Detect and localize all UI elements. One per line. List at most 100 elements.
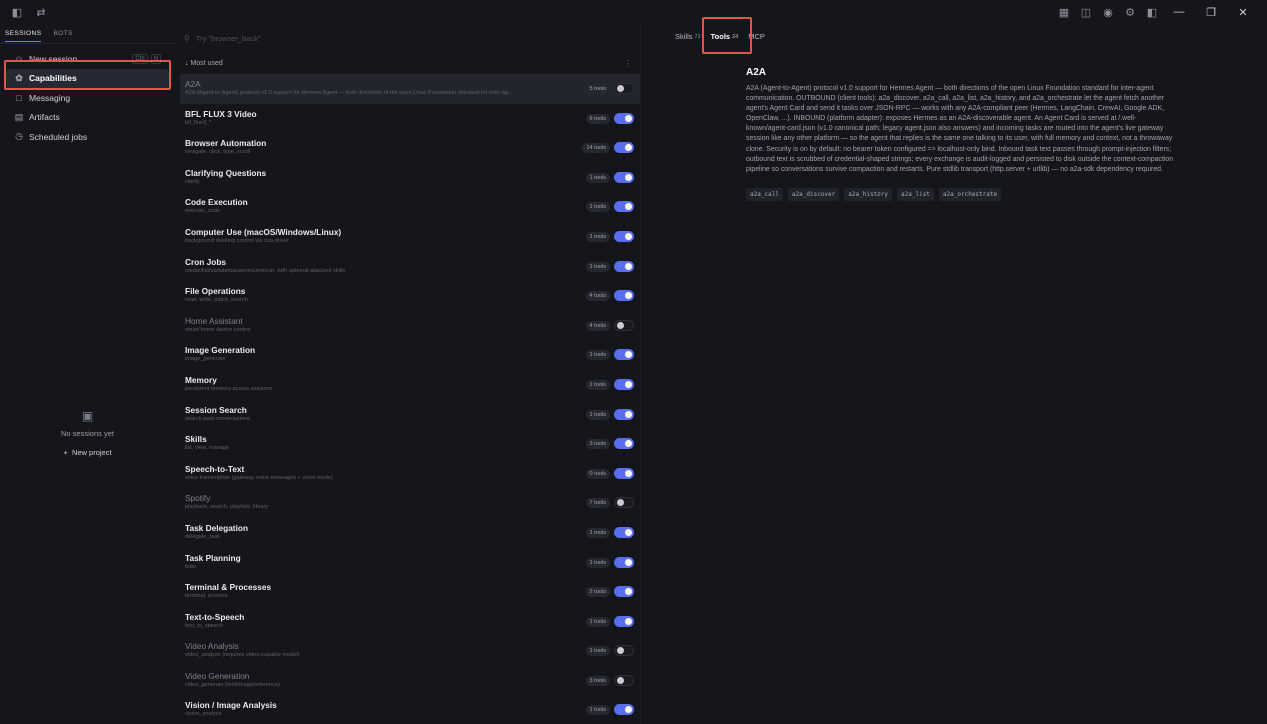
tool-toggle[interactable] bbox=[614, 142, 634, 154]
chat-icon[interactable]: ◫ bbox=[1079, 5, 1093, 19]
sidebar-item-label: Scheduled jobs bbox=[29, 131, 88, 142]
tool-row[interactable]: Spotify playback, search, playlists, libr… bbox=[180, 488, 640, 518]
tool-row[interactable]: Clarifying Questions clarify 1 tools bbox=[180, 163, 640, 193]
tool-row[interactable]: Cron Jobs create/list/update/pause/resume… bbox=[180, 252, 640, 282]
tool-name: Text-to-Speech bbox=[185, 611, 245, 622]
tool-toggle[interactable] bbox=[614, 290, 634, 302]
tool-row[interactable]: BFL FLUX 3 Video bfl_flux3_* 6 tools bbox=[180, 104, 640, 134]
tool-toggle[interactable] bbox=[614, 260, 634, 272]
tool-toggle[interactable] bbox=[614, 112, 634, 124]
tab-bots[interactable]: BOTS bbox=[53, 26, 72, 41]
tool-row[interactable]: Task Delegation delegate_task 1 tools bbox=[180, 518, 640, 548]
minimize-button[interactable]: — bbox=[1167, 5, 1191, 19]
tool-toggle[interactable] bbox=[614, 201, 634, 213]
tool-toggle[interactable] bbox=[614, 467, 634, 479]
tool-toggle[interactable] bbox=[614, 645, 634, 657]
tool-toggle[interactable] bbox=[614, 526, 634, 538]
tool-row[interactable]: Code Execution execute_code 1 tools bbox=[180, 192, 640, 222]
tool-row[interactable]: Terminal & Processes terminal, process 2 t… bbox=[180, 577, 640, 607]
tool-row[interactable]: Memory persistent memory across sessions 1… bbox=[180, 370, 640, 400]
tool-count-badge: 1 tools bbox=[585, 202, 610, 213]
toggle-knob bbox=[617, 85, 624, 92]
tool-row[interactable]: Speech-to-Text voice transcription (gatew… bbox=[180, 459, 640, 489]
tool-row[interactable]: Computer Use (macOS/Windows/Linux) backgr… bbox=[180, 222, 640, 252]
sidebar-item-capabilities[interactable]: ✿ Capabilities bbox=[6, 68, 169, 88]
toggle-knob bbox=[625, 528, 632, 536]
broadcast-icon[interactable]: ◉ bbox=[1101, 5, 1115, 19]
tool-description: persistent memory across sessions bbox=[185, 385, 273, 392]
tool-name: Video Analysis bbox=[185, 641, 239, 652]
tool-name: BFL FLUX 3 Video bbox=[185, 108, 257, 119]
tool-count-badge: 14 tools bbox=[582, 143, 610, 154]
tab-mcp[interactable]: MCP bbox=[748, 32, 765, 41]
sidebar-item-messaging[interactable]: □ Messaging bbox=[0, 88, 175, 108]
swap-icon[interactable]: ⇄ bbox=[34, 5, 48, 19]
tool-toggle[interactable] bbox=[614, 497, 634, 509]
restore-button[interactable]: ❐ bbox=[1199, 5, 1223, 19]
section-header[interactable]: ↓ Most used ⋮ bbox=[180, 52, 640, 74]
tool-toggle[interactable] bbox=[614, 704, 634, 716]
tool-row[interactable]: Task Planning todo 1 tools bbox=[180, 548, 640, 578]
tool-toggle[interactable] bbox=[614, 230, 634, 242]
tool-row[interactable]: Browser Automation navigate, click, type,… bbox=[180, 133, 640, 163]
sidebar-item-scheduled-jobs[interactable]: ◷ Scheduled jobs bbox=[0, 127, 175, 147]
search-input[interactable] bbox=[195, 33, 496, 43]
tool-chip: a2a_list bbox=[897, 187, 934, 201]
layout-icon[interactable]: ▦ bbox=[1057, 5, 1071, 19]
tool-row[interactable]: Session Search search past conversations 1… bbox=[180, 400, 640, 430]
tool-description: delegate_task bbox=[185, 533, 220, 540]
sidebar-item-new-session[interactable]: ☺ New session Ctrl N bbox=[0, 49, 175, 69]
tool-description: search past conversations bbox=[185, 415, 250, 422]
tool-row[interactable]: Home Assistant smart home device control 4… bbox=[180, 311, 640, 341]
tool-row[interactable]: Image Generation image_generate 1 tools bbox=[180, 340, 640, 370]
tool-toggle[interactable] bbox=[614, 83, 634, 94]
tool-details: A2A A2A (Agent-to-Agent) protocol v1.0 s… bbox=[746, 67, 1176, 201]
sidebar-toggle-icon[interactable]: ◧ bbox=[10, 5, 24, 19]
tool-count-badge: 1 tools bbox=[585, 261, 610, 272]
tool-row[interactable]: Video Analysis video_analyze (requires vi… bbox=[180, 636, 640, 666]
sidebar-nav: ☺ New session Ctrl N ✿ Capabilities □ Me… bbox=[0, 49, 175, 147]
more-options-icon[interactable]: ⋮ bbox=[624, 59, 632, 68]
tool-row[interactable]: Skills list, view, manage 3 tools bbox=[180, 429, 640, 459]
tool-count-badge: 1 tools bbox=[585, 350, 610, 361]
tool-count-badge: 1 tools bbox=[585, 616, 610, 627]
tool-toggle[interactable] bbox=[614, 378, 634, 390]
tool-toggle[interactable] bbox=[614, 556, 634, 568]
tool-toggle[interactable] bbox=[614, 408, 634, 420]
tool-toggle[interactable] bbox=[614, 438, 634, 450]
tool-description: bfl_flux3_* bbox=[185, 119, 212, 126]
tool-row[interactable]: A2A A2A (Agent-to-Agent) protocol v1.0 su… bbox=[180, 74, 640, 104]
tool-toggle[interactable] bbox=[614, 349, 634, 361]
settings-icon[interactable]: ⚙ bbox=[1123, 5, 1137, 19]
tool-count-badge: 6 tools bbox=[585, 113, 610, 124]
tool-description: clarify bbox=[185, 178, 200, 185]
tool-toggle[interactable] bbox=[614, 586, 634, 598]
tab-sessions[interactable]: SESSIONS bbox=[5, 26, 42, 42]
tool-count-badge: 3 tools bbox=[585, 439, 610, 450]
tool-toggle[interactable] bbox=[614, 171, 634, 183]
tool-row[interactable]: File Operations read, write, patch, searc… bbox=[180, 281, 640, 311]
message-icon: □ bbox=[16, 92, 22, 103]
tool-description: voice transcription (gateway voice messa… bbox=[185, 474, 333, 481]
tool-row[interactable]: Text-to-Speech text_to_speech 1 tools bbox=[180, 607, 640, 637]
toggle-knob bbox=[625, 558, 632, 566]
panel-icon[interactable]: ◧ bbox=[1145, 5, 1159, 19]
file-icon: ▤ bbox=[14, 111, 24, 122]
tool-description: text_to_speech bbox=[185, 622, 223, 629]
close-window-button[interactable]: ✕ bbox=[1231, 5, 1255, 19]
tool-toggle[interactable] bbox=[614, 319, 634, 331]
tool-row[interactable]: Vision / Image Analysis vision_analyze 1 t… bbox=[180, 695, 640, 724]
chat-empty-icon: ▣ bbox=[81, 409, 94, 423]
new-project-button[interactable]: + New project bbox=[0, 448, 175, 457]
tool-name: Browser Automation bbox=[185, 138, 267, 149]
clock-icon: ◷ bbox=[15, 131, 23, 142]
tool-description: smart home device control bbox=[185, 326, 251, 333]
tool-name: Session Search bbox=[185, 404, 247, 415]
sidebar-item-artifacts[interactable]: ▤ Artifacts bbox=[0, 108, 175, 128]
tab-skills[interactable]: Skills 72 bbox=[675, 32, 701, 41]
tool-toggle[interactable] bbox=[614, 615, 634, 627]
tab-tools[interactable]: Tools 24 bbox=[711, 32, 739, 41]
empty-sessions-text: No sessions yet bbox=[61, 429, 114, 438]
tool-toggle[interactable] bbox=[614, 674, 634, 686]
tool-row[interactable]: Video Generation video_generate (text/ima… bbox=[180, 666, 640, 696]
